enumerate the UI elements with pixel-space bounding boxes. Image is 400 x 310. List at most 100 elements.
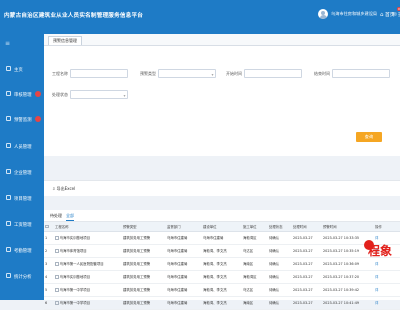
detail-link[interactable]: 详 xyxy=(375,262,378,266)
table-row[interactable]: 3 乌海市第一人民医院配套项目 建筑劳务用工预警 乌海市住建局 海勃湾、李文杰 … xyxy=(44,257,400,271)
cell-project: 乌海市第一中学项目 xyxy=(54,283,122,297)
cell-text: 乌海市体育馆项目 xyxy=(59,249,87,253)
sidebar-item-home[interactable]: 主页 xyxy=(0,62,44,76)
detail-link[interactable]: 详 xyxy=(375,288,378,292)
row-checkbox[interactable] xyxy=(55,236,59,240)
table-row[interactable]: 1 乌海市实训基地项目 建筑劳务用工预警 乌海市住建局 乌海市住建局 海勃湾区 … xyxy=(44,231,400,245)
sidebar-item-label: 考勤管理 xyxy=(14,248,32,254)
cell-handle-time: 2023-03-27 xyxy=(292,283,322,297)
detail-link[interactable]: 详 xyxy=(375,301,378,305)
row-checkbox[interactable] xyxy=(55,262,59,266)
row-checkbox[interactable] xyxy=(55,301,59,305)
sidebar-item-company[interactable]: 企业管理 xyxy=(0,165,44,179)
cell-type: 建筑劳务用工预警 xyxy=(122,283,166,297)
cell-action: 详 xyxy=(374,283,400,297)
tab-all[interactable]: 全部 xyxy=(66,213,74,221)
table-row[interactable]: 4 乌海市实训基地项目 建筑劳务用工预警 乌海市住建局 海勃湾、李文杰 海勃湾区… xyxy=(44,270,400,284)
cell-project: 乌海市第一人民医院配套项目 xyxy=(54,257,122,271)
sidebar-item-people[interactable]: 人员管理 xyxy=(0,139,44,153)
attendance-icon xyxy=(6,247,11,252)
tab-warning-management[interactable]: 预警信息管理 xyxy=(48,36,82,45)
row-checkbox[interactable] xyxy=(55,275,59,279)
sidebar-item-label: 统计分析 xyxy=(14,274,32,280)
cell-text: 乌海市实训基地项目 xyxy=(59,275,91,279)
menu-toggle-icon[interactable]: ≡ xyxy=(5,40,10,47)
list-toolbar: ⇩ 导出Excel xyxy=(44,180,400,196)
project-icon xyxy=(6,195,11,200)
cell-status: 待确认 xyxy=(268,296,292,310)
query-button[interactable]: 查询 xyxy=(356,132,382,142)
cell-type: 建筑劳务用工预警 xyxy=(122,257,166,271)
row-checkbox[interactable] xyxy=(55,288,59,292)
filter-label-status: 处理状态 xyxy=(52,92,68,97)
chevron-down-icon: ▾ xyxy=(211,71,214,77)
col-header: 预警类型 xyxy=(122,222,166,232)
sidebar-item-wage[interactable]: 工资管理 xyxy=(0,217,44,231)
user-area[interactable]: 乌海市住房和城乡建设局 xyxy=(318,9,377,19)
row-checkbox[interactable] xyxy=(55,249,59,253)
row-number: 3 xyxy=(44,257,54,271)
filter-panel: 工程名称 预警类型 ▾ 开始时间 结束时间 处理状态 ▾ 查询 xyxy=(44,46,400,156)
tab-pending[interactable]: 待处理 xyxy=(50,213,62,219)
warning-alert-badge xyxy=(35,115,41,122)
start-date-input[interactable] xyxy=(244,69,302,78)
cell-warning-time: 2023-03-27 10:39:42 xyxy=(322,283,374,297)
cell-status: 待确认 xyxy=(268,257,292,271)
bell-icon: ✉ xyxy=(392,11,397,18)
col-header: 处理状态 xyxy=(268,222,292,232)
cell-dept: 乌海市住建局 xyxy=(166,296,202,310)
list-panel: 待处理 全部 工程名称 预警类型 监督部门 建设单位 施工单位 处理状态 处理时… xyxy=(44,210,400,310)
sidebar: ≡ 主页 审核管理 预警监测 人员管理 企业管理 项目管理 工资管理 考勤管理 … xyxy=(0,34,44,300)
row-number: 5 xyxy=(44,283,54,297)
cell-contractor: 海南区 xyxy=(242,296,268,310)
sidebar-item-attendance[interactable]: 考勤管理 xyxy=(0,243,44,257)
warning-type-select[interactable]: ▾ xyxy=(158,69,216,78)
sidebar-item-label: 项目管理 xyxy=(14,196,32,202)
filter-label-start: 开始时间 xyxy=(226,71,242,76)
cell-handle-time: 2023-03-27 xyxy=(292,257,322,271)
table-row[interactable]: 6 乌海市第一中学项目 建筑劳务用工预警 乌海市住建局 海勃湾、李文杰 海南区 … xyxy=(44,296,400,310)
cell-type: 建筑劳务用工预警 xyxy=(122,296,166,310)
filter-label-type: 预警类型 xyxy=(140,71,156,76)
sidebar-item-label: 审核管理 xyxy=(14,92,32,98)
cell-dept: 乌海市住建局 xyxy=(166,270,202,284)
avatar[interactable] xyxy=(318,9,328,19)
col-header: 建设单位 xyxy=(202,222,242,232)
sidebar-item-label: 企业管理 xyxy=(14,170,32,176)
col-header: 监督部门 xyxy=(166,222,202,232)
sidebar-item-label: 主页 xyxy=(14,67,23,73)
sidebar-item-project[interactable]: 项目管理 xyxy=(0,191,44,205)
cell-contractor: 海南区 xyxy=(242,257,268,271)
cell-text: 乌海市第一人民医院配套项目 xyxy=(59,262,104,266)
col-header: 工程名称 xyxy=(54,222,122,232)
cell-builder: 海勃湾、李文杰 xyxy=(202,296,242,310)
cell-builder: 海勃湾、李文杰 xyxy=(202,244,242,258)
col-header: 处理时间 xyxy=(292,222,322,232)
cell-project: 乌海市实训基地项目 xyxy=(54,231,122,245)
sidebar-item-stats[interactable]: 统计分析 xyxy=(0,269,44,283)
row-number: 1 xyxy=(44,231,54,245)
cell-action: 详 xyxy=(374,270,400,284)
table-row[interactable]: 5 乌海市第一中学项目 建筑劳务用工预警 乌海市住建局 海勃湾、李文杰 乌达区 … xyxy=(44,283,400,297)
cell-text: 乌海市实训基地项目 xyxy=(59,236,91,240)
notification-button[interactable]: ✉ 0 提醒 xyxy=(392,7,400,18)
cell-dept: 乌海市住建局 xyxy=(166,257,202,271)
cell-type: 建筑劳务用工预警 xyxy=(122,270,166,284)
select-all-checkbox[interactable] xyxy=(45,224,49,228)
end-date-input[interactable] xyxy=(332,69,390,78)
filter-label-end: 结束时间 xyxy=(314,71,330,76)
project-name-input[interactable] xyxy=(70,69,128,78)
stats-icon xyxy=(6,273,11,278)
status-select[interactable]: ▾ xyxy=(70,90,128,99)
sidebar-item-audit[interactable]: 审核管理 xyxy=(0,87,44,101)
cell-handle-time: 2023-03-27 xyxy=(292,244,322,258)
cell-warning-time: 2023-03-27 10:37:20 xyxy=(322,270,374,284)
table-row[interactable]: 2 乌海市体育馆项目 建筑劳务用工预警 乌海市住建局 海勃湾、李文杰 乌达区 待… xyxy=(44,244,400,258)
cell-action: 详 xyxy=(374,296,400,310)
export-excel-button[interactable]: ⇩ 导出Excel xyxy=(52,186,75,192)
detail-link[interactable]: 详 xyxy=(375,275,378,279)
sidebar-item-warning[interactable]: 预警监测 xyxy=(0,112,44,126)
col-header-checkbox[interactable] xyxy=(44,222,54,232)
company-icon xyxy=(6,169,11,174)
cell-text: 乌海市第一中学项目 xyxy=(59,301,91,305)
